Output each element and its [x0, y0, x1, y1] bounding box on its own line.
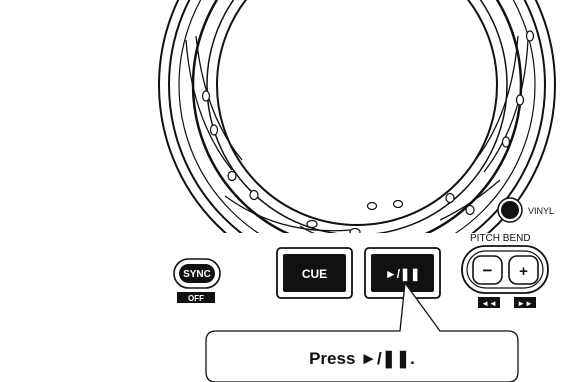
cue-label: CUE: [302, 267, 327, 281]
fast-forward-badge: ►►: [514, 297, 536, 308]
play-pause-icon: ►/❚❚: [385, 267, 420, 282]
fast-forward-icon: ►►: [517, 299, 533, 308]
plus-icon: +: [519, 263, 528, 280]
rewind-badge: ◄◄: [478, 297, 500, 308]
sync-button[interactable]: SYNC: [173, 258, 221, 289]
cue-button[interactable]: CUE: [276, 247, 353, 299]
sync-label: SYNC: [183, 269, 211, 280]
minus-icon: −: [483, 261, 493, 280]
vinyl-button[interactable]: [497, 197, 523, 223]
rewind-icon: ◄◄: [481, 299, 497, 308]
callout-text: Press ►/❚❚.: [309, 349, 415, 369]
vinyl-label: VINYL: [528, 206, 554, 216]
off-label: OFF: [188, 294, 204, 303]
play-pause-button[interactable]: ►/❚❚: [364, 247, 441, 299]
pitch-bend-label: PITCH BEND: [470, 233, 531, 244]
dj-controller-diagram: VINYL PITCH BEND − + ◄◄ ►► SYNC OFF CUE …: [150, 0, 573, 382]
pitch-bend-minus-button[interactable]: −: [472, 255, 503, 285]
off-badge: OFF: [177, 292, 215, 303]
pitch-bend-plus-button[interactable]: +: [508, 255, 539, 285]
